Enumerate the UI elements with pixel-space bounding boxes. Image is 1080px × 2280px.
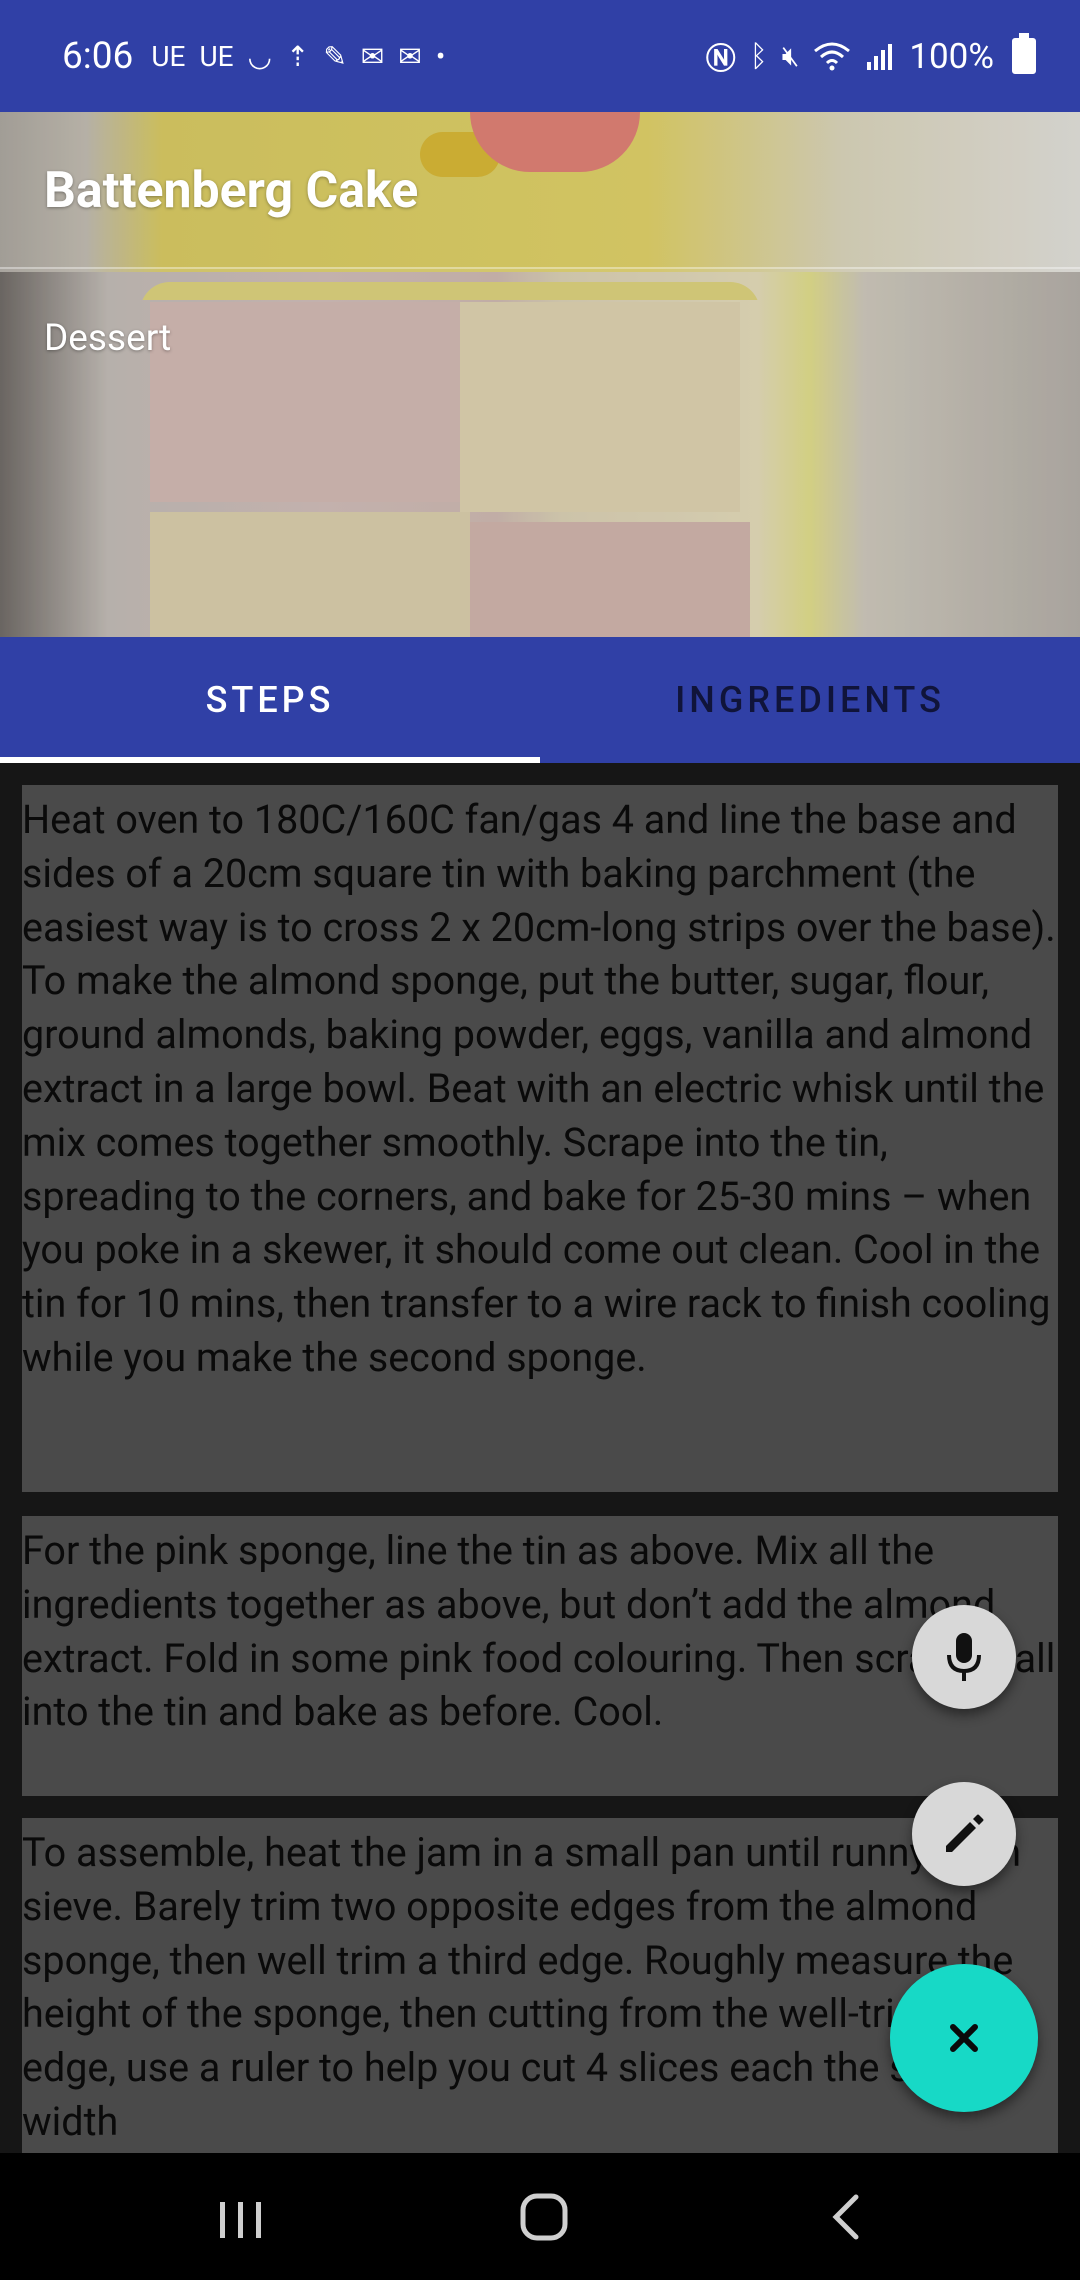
pencil-icon xyxy=(946,1814,984,1852)
step-card: To assemble, heat the jam in a small pan… xyxy=(22,1818,1058,2153)
system-nav-bar xyxy=(0,2153,1080,2280)
recipe-category: Dessert xyxy=(44,317,172,360)
battery-text: 100% xyxy=(909,35,994,77)
step-card: Heat oven to 180C/160C fan/gas 4 and lin… xyxy=(22,785,1058,1492)
close-icon xyxy=(950,2024,978,2052)
recipe-header: Battenberg Cake Dessert xyxy=(0,112,1080,637)
ue-icon: UE xyxy=(199,39,234,73)
home-icon[interactable] xyxy=(520,2193,568,2241)
back-icon[interactable] xyxy=(826,2193,866,2241)
wifi-icon xyxy=(814,42,851,71)
voice-button[interactable] xyxy=(912,1605,1016,1709)
edit-button[interactable] xyxy=(912,1782,1016,1886)
moon-icon: ◡ xyxy=(247,39,272,73)
microphone-icon xyxy=(947,1633,981,1681)
feather-icon: ✎ xyxy=(323,39,347,73)
signal-icon xyxy=(867,44,893,70)
outlook-icon: ✉ xyxy=(360,39,385,73)
bluetooth-icon: ᛒ xyxy=(749,38,768,74)
tab-bar: STEPS INGREDIENTS xyxy=(0,637,1080,763)
steps-list[interactable]: Heat oven to 180C/160C fan/gas 4 and lin… xyxy=(0,763,1080,2153)
dot-icon: • xyxy=(435,39,446,73)
step-text: Heat oven to 180C/160C fan/gas 4 and lin… xyxy=(22,796,1056,1381)
upload-icon: ⇡ xyxy=(285,39,310,73)
step-text: To assemble, heat the jam in a small pan… xyxy=(22,1829,1022,2145)
close-fab-button[interactable] xyxy=(890,1964,1038,2112)
battery-icon xyxy=(1012,33,1036,74)
tab-steps[interactable]: STEPS xyxy=(0,637,540,763)
recent-apps-icon[interactable] xyxy=(218,2200,264,2240)
nfc-icon: Ⓝ xyxy=(705,42,736,77)
mute-icon: 🔇︎ xyxy=(781,39,800,72)
step-text: For the pink sponge, line the tin as abo… xyxy=(22,1527,1056,1736)
outlook-icon: ✉ xyxy=(398,39,422,73)
ue-icon: UE xyxy=(151,39,186,73)
status-time: 6:06 xyxy=(62,34,134,78)
recipe-title: Battenberg Cake xyxy=(44,162,419,220)
status-bar: 6:06 UE UE ◡ ⇡ ✎ ✉ ✉ • Ⓝ ᛒ 🔇︎ 100% xyxy=(0,0,1080,112)
step-card: For the pink sponge, line the tin as abo… xyxy=(22,1516,1058,1796)
tab-ingredients[interactable]: INGREDIENTS xyxy=(540,637,1080,763)
